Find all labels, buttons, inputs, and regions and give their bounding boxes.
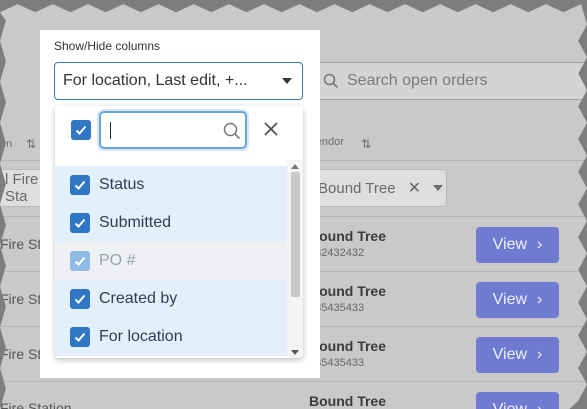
checkbox[interactable] bbox=[70, 289, 90, 309]
close-icon[interactable] bbox=[262, 120, 280, 138]
view-button[interactable]: View› bbox=[476, 337, 559, 373]
table-cell-vendor: Bound Tree bbox=[309, 283, 387, 299]
clear-icon[interactable]: ✕ bbox=[408, 178, 421, 198]
columns-multiselect[interactable]: For location, Last edit, +... bbox=[54, 62, 303, 100]
search-open-orders-input[interactable]: Search open orders bbox=[312, 62, 587, 100]
chevron-down-icon[interactable] bbox=[432, 185, 443, 191]
check-icon bbox=[74, 180, 86, 190]
check-icon bbox=[74, 332, 86, 342]
column-option-po-number: PO # bbox=[55, 242, 287, 280]
table-cell-vendor: Bound Tree bbox=[309, 228, 387, 244]
vendor-filter[interactable]: Bound Tree ✕ bbox=[309, 169, 447, 207]
checkbox-disabled bbox=[70, 251, 90, 271]
checkbox[interactable] bbox=[70, 213, 90, 233]
view-button[interactable]: View› bbox=[476, 392, 559, 409]
select-all-checkbox[interactable] bbox=[71, 120, 91, 140]
table-cell-vendor: Bound Tree bbox=[309, 393, 387, 409]
chevron-right-icon: › bbox=[537, 401, 542, 409]
dropdown-header bbox=[55, 106, 303, 160]
table-cell-vendor: Bound Tree bbox=[309, 338, 387, 354]
checkbox[interactable] bbox=[70, 327, 90, 347]
columns-select-value: For location, Last edit, +... bbox=[63, 72, 248, 89]
sort-icon[interactable]: ⇅ bbox=[26, 137, 36, 151]
check-icon bbox=[75, 125, 87, 135]
column-search-input[interactable] bbox=[99, 111, 247, 149]
search-placeholder: Search open orders bbox=[347, 72, 488, 89]
chevron-right-icon: › bbox=[537, 236, 543, 253]
column-option-status[interactable]: Status bbox=[55, 166, 287, 204]
panel-label: Show/Hide columns bbox=[54, 39, 161, 53]
check-icon bbox=[74, 218, 86, 228]
check-icon bbox=[74, 294, 86, 304]
sort-icon[interactable]: ⇅ bbox=[361, 137, 371, 151]
table-cell-location: Fire Station bbox=[0, 400, 72, 409]
chevron-right-icon: › bbox=[537, 291, 543, 308]
column-option-submitted[interactable]: Submitted bbox=[55, 204, 287, 242]
scroll-down-arrow-icon[interactable] bbox=[291, 350, 299, 355]
checkbox[interactable] bbox=[70, 175, 90, 195]
check-icon bbox=[74, 256, 86, 266]
vendor-filter-value: Bound Tree bbox=[318, 179, 396, 197]
scrollbar-thumb[interactable] bbox=[291, 172, 300, 297]
columns-dropdown: Status Submitted PO # Created by For loc… bbox=[55, 106, 303, 358]
view-button[interactable]: View› bbox=[476, 282, 559, 318]
dropdown-scrollbar[interactable] bbox=[287, 160, 303, 358]
column-option-for-location[interactable]: For location bbox=[55, 318, 287, 356]
view-button[interactable]: View› bbox=[476, 227, 559, 263]
chevron-right-icon: › bbox=[537, 346, 543, 363]
column-option-created-by[interactable]: Created by bbox=[55, 280, 287, 318]
scroll-up-arrow-icon[interactable] bbox=[291, 164, 299, 169]
search-icon bbox=[323, 73, 339, 89]
search-icon bbox=[223, 122, 241, 140]
chevron-down-icon[interactable] bbox=[282, 78, 292, 84]
